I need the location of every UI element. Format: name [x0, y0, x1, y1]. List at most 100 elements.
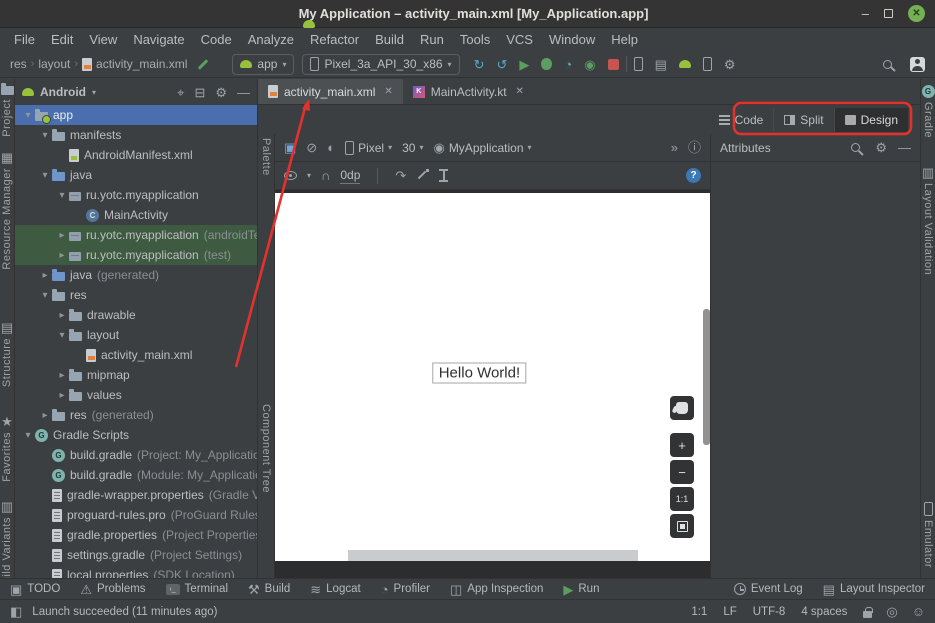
default-margin-value[interactable]: 0dp [340, 168, 360, 184]
apply-code-changes-icon[interactable]: ↺ [496, 58, 507, 71]
collapse-all-icon[interactable]: ⊟ [194, 86, 205, 99]
chevron-right-icon[interactable]: ▸ [55, 230, 69, 241]
tree-item-gradle-properties[interactable]: gradle.properties(Project Properties) [15, 525, 257, 545]
tree-item-layout[interactable]: ▾layout [15, 325, 257, 345]
stop-icon[interactable] [608, 59, 619, 70]
settings-icon[interactable]: ⚙ [215, 86, 227, 99]
mode-code-button[interactable]: Code [709, 108, 774, 132]
chevron-right-icon[interactable]: ▸ [55, 370, 69, 381]
feedback-smiley-icon[interactable]: ☺ [912, 605, 925, 618]
tool-window-layout-inspector[interactable]: ▤Layout Inspector [823, 583, 925, 596]
search-everywhere-icon[interactable] [883, 60, 892, 69]
chevron-right-icon[interactable]: ▸ [55, 310, 69, 321]
search-icon[interactable] [851, 143, 860, 152]
api-level-select[interactable]: 30▾ [402, 141, 423, 155]
tool-window-build[interactable]: ⚒Build [248, 583, 290, 596]
apply-changes-icon[interactable]: ↻ [474, 58, 485, 71]
tree-item-gradle-scripts[interactable]: ▾GGradle Scripts [15, 425, 257, 445]
chevron-right-icon[interactable]: ▸ [55, 250, 69, 261]
menu-build[interactable]: Build [367, 32, 412, 47]
pencil-icon[interactable] [197, 58, 210, 71]
line-separator[interactable]: LF [723, 606, 736, 618]
menu-window[interactable]: Window [541, 32, 603, 47]
palette-strip[interactable]: Palette [260, 138, 272, 176]
maximize-button[interactable] [884, 9, 893, 18]
orientation-icon[interactable]: ⊘ [306, 141, 317, 154]
tool-window-switcher-icon[interactable]: ◧ [10, 605, 22, 618]
sdk-manager-icon[interactable] [679, 60, 691, 68]
view-options-icon[interactable] [284, 171, 297, 180]
tree-item-androidmanifest-xml[interactable]: AndroidManifest.xml [15, 145, 257, 165]
tree-item-java[interactable]: ▾java [15, 165, 257, 185]
mode-split-button[interactable]: Split [773, 108, 833, 132]
theme-select[interactable]: ◉MyApplication▾ [433, 141, 531, 155]
tool-window-event-log[interactable]: Event Log [734, 583, 803, 596]
device-select[interactable]: Pixel_3a_API_30_x86 ▾ [302, 54, 459, 75]
settings-icon[interactable]: ⚙ [875, 141, 887, 154]
run-coverage-icon[interactable]: ◉ [584, 58, 595, 71]
tree-item-java[interactable]: ▸java(generated) [15, 265, 257, 285]
menu-refactor[interactable]: Refactor [302, 32, 367, 47]
chevron-down-icon[interactable]: ▾ [38, 170, 52, 181]
tree-item-proguard-rules-pro[interactable]: proguard-rules.pro(ProGuard Rules for ap… [15, 505, 257, 525]
tree-item-build-gradle[interactable]: Gbuild.gradle(Project: My_Application) [15, 445, 257, 465]
breadcrumb-item[interactable]: layout [38, 57, 70, 71]
indent-setting[interactable]: 4 spaces [801, 606, 847, 618]
lock-icon[interactable] [863, 611, 872, 618]
tool-window-profiler[interactable]: ◔Profiler [381, 583, 430, 596]
chevron-down-icon[interactable]: ▾ [21, 430, 35, 441]
project-structure-icon[interactable]: ⚙ [724, 58, 736, 71]
align-icon[interactable] [439, 169, 448, 182]
minimize-button[interactable]: – [862, 7, 869, 20]
device-canvas[interactable]: Hello World! [275, 193, 710, 561]
info-icon[interactable]: ⓘ [688, 141, 701, 154]
file-encoding[interactable]: UTF-8 [753, 606, 786, 618]
component-tree-strip[interactable]: Component Tree [260, 404, 272, 493]
tree-item-res[interactable]: ▾res [15, 285, 257, 305]
design-surface-icon[interactable]: ▣ [284, 141, 296, 154]
tool-window-problems[interactable]: ⚠Problems [80, 583, 145, 596]
tool-window-app-inspection[interactable]: ◫App Inspection [450, 583, 543, 596]
tool-stripe-gradle[interactable]: GGradle [922, 85, 935, 138]
tool-window-logcat[interactable]: ≋Logcat [310, 583, 360, 596]
tree-item-local-properties[interactable]: local.properties(SDK Location) [15, 565, 257, 578]
chevron-right-icon[interactable]: ▸ [38, 410, 52, 421]
user-avatar-icon[interactable] [910, 57, 925, 72]
overflow-chevrons-icon[interactable]: » [671, 141, 678, 154]
tool-stripe-structure[interactable]: ▤Structure [1, 321, 13, 387]
tool-window-run[interactable]: ▶Run [563, 583, 599, 596]
menu-view[interactable]: View [81, 32, 125, 47]
menu-code[interactable]: Code [193, 32, 240, 47]
tree-item-ru-yotc-myapplication[interactable]: ▸ru.yotc.myapplication(test) [15, 245, 257, 265]
tree-item-ru-yotc-myapplication[interactable]: ▾ru.yotc.myapplication [15, 185, 257, 205]
chevron-down-icon[interactable]: ▾ [55, 190, 69, 201]
tree-item-res[interactable]: ▸res(generated) [15, 405, 257, 425]
menu-analyze[interactable]: Analyze [240, 32, 302, 47]
mode-design-button[interactable]: Design [834, 108, 908, 132]
chevron-down-icon[interactable]: ▾ [38, 290, 52, 301]
canvas-horizontal-bar[interactable] [348, 550, 638, 561]
zoom-level-label[interactable]: 1:1 [670, 487, 694, 511]
tool-stripe-favorites[interactable]: ★Favorites [1, 415, 13, 482]
tree-item-mainactivity[interactable]: CMainActivity [15, 205, 257, 225]
tree-item-activity-main-xml[interactable]: activity_main.xml [15, 345, 257, 365]
editor-tab-activity-main-xml[interactable]: activity_main.xml✕ [258, 79, 403, 104]
close-button[interactable]: ✕ [908, 5, 925, 22]
layout-inspector-icon[interactable]: ▤ [655, 58, 667, 71]
hide-panel-icon[interactable]: — [898, 141, 911, 154]
profiler-icon[interactable]: ◔ [564, 58, 572, 71]
chevron-right-icon[interactable]: ▸ [38, 270, 52, 281]
close-tab-icon[interactable]: ✕ [384, 86, 392, 97]
hide-panel-icon[interactable]: — [237, 86, 250, 99]
tool-stripe-project[interactable]: Project [1, 83, 14, 137]
menu-file[interactable]: File [6, 32, 43, 47]
background-tasks-icon[interactable]: ◎ [886, 605, 897, 618]
menu-vcs[interactable]: VCS [498, 32, 541, 47]
zoom-in-button[interactable]: + [670, 433, 694, 457]
autoconnect-icon[interactable]: ∩ [321, 169, 330, 182]
menu-navigate[interactable]: Navigate [125, 32, 192, 47]
caret-position[interactable]: 1:1 [691, 606, 707, 618]
tree-item-build-gradle[interactable]: Gbuild.gradle(Module: My_Application.app… [15, 465, 257, 485]
menu-edit[interactable]: Edit [43, 32, 81, 47]
tree-item-app[interactable]: ▾app [15, 105, 257, 125]
